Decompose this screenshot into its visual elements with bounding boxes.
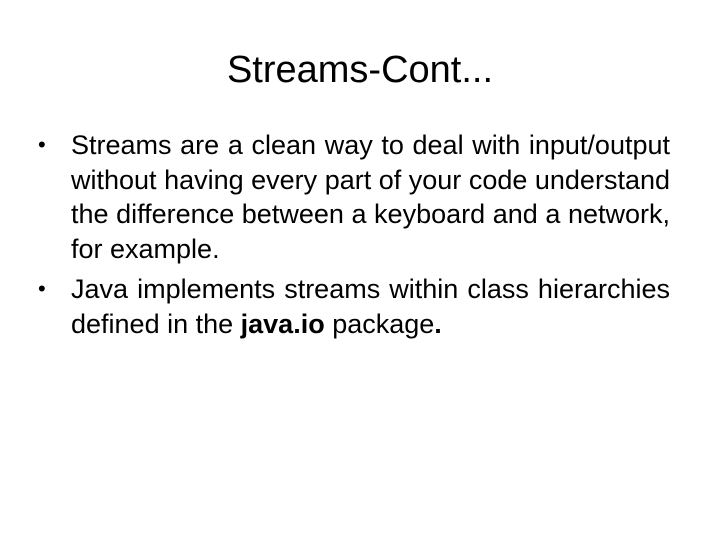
bullet-icon: • [38,132,46,157]
bullet-period: . [434,308,442,339]
bullet-item: • Streams are a clean way to deal with i… [36,128,670,266]
package-name: java.io [240,308,325,339]
slide-title: Streams-Cont... [226,49,494,91]
slide-body: • Streams are a clean way to deal with i… [36,128,670,347]
bullet-item: • Java implements streams within class h… [36,272,670,341]
bullet-icon: • [38,276,46,301]
bullet-text-end: package [324,308,435,339]
bullet-text: Streams are a clean way to deal with inp… [71,130,670,264]
